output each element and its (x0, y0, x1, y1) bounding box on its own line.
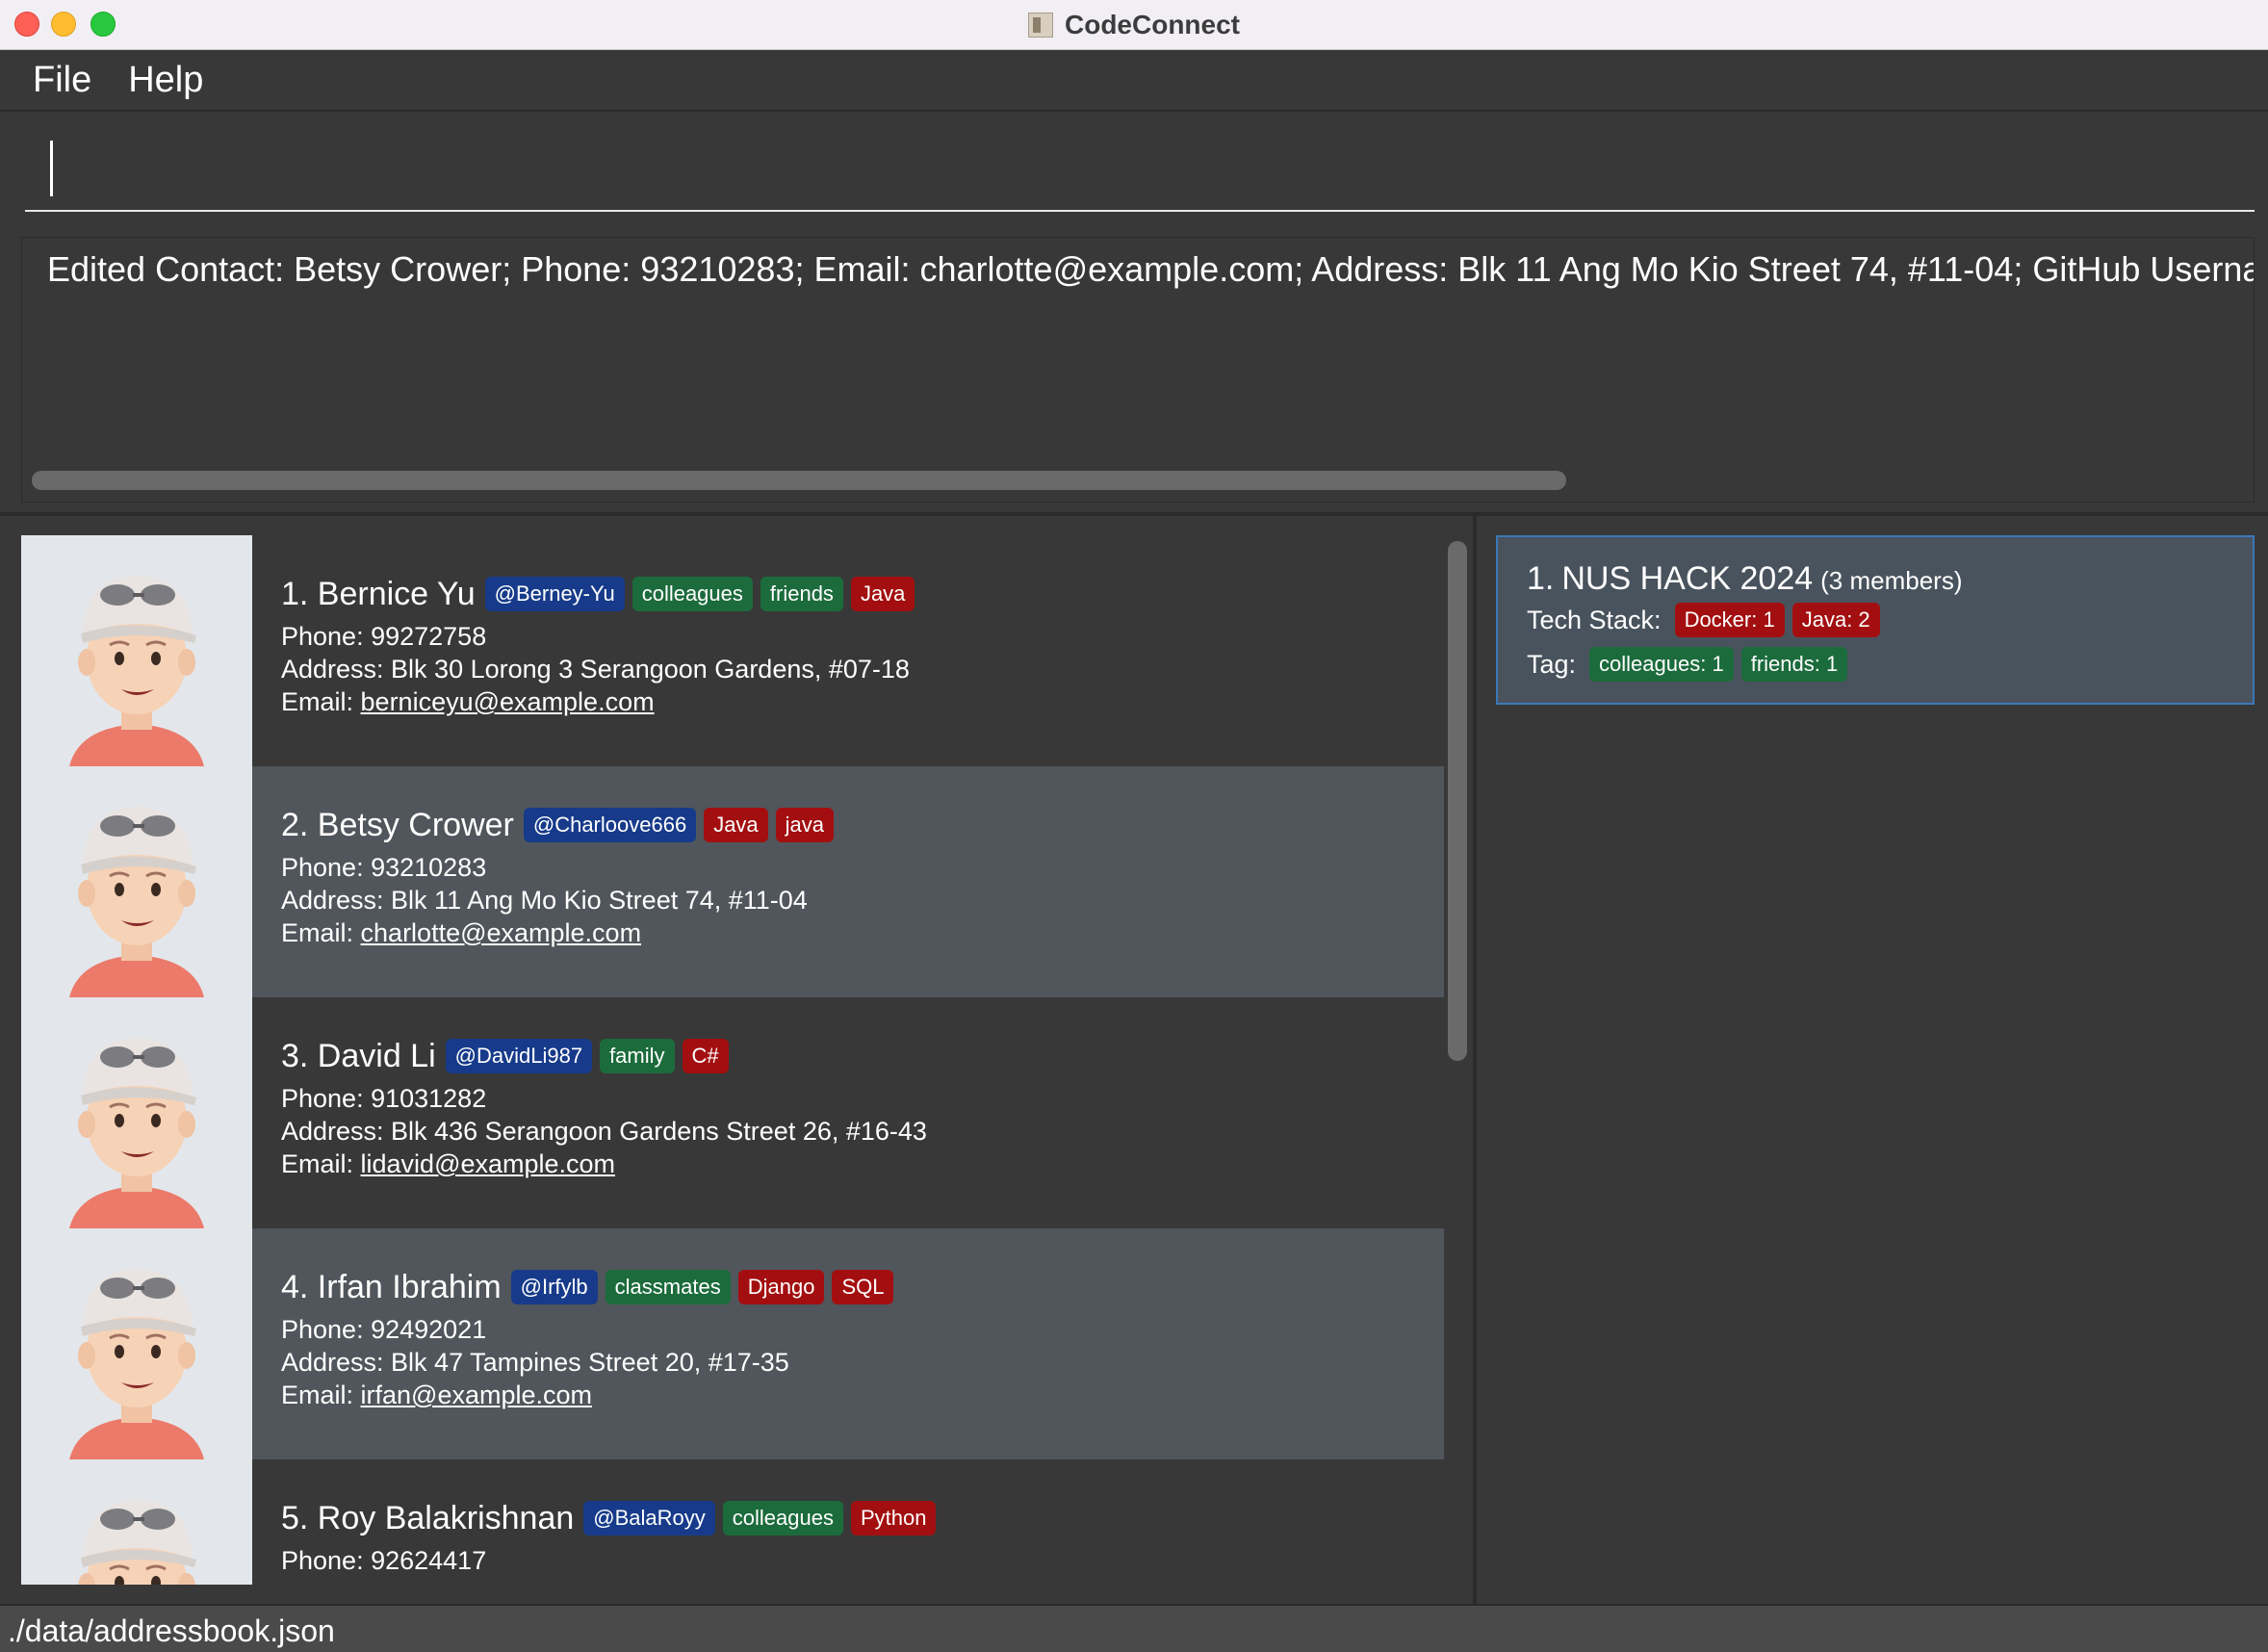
data-file-path: ./data/addressbook.json (8, 1613, 335, 1648)
person-list[interactable]: 1. Bernice Yu @Berney-Yu colleagues friends… (21, 535, 1444, 1585)
person-email-label: Email: (281, 1149, 361, 1178)
person-address: Address: Blk 47 Tampines Street 20, #17-… (281, 1348, 789, 1377)
tech-stack-badge: Django (737, 1270, 825, 1304)
github-username-badge: @BalaRoyy (583, 1501, 715, 1536)
avatar (21, 1228, 252, 1459)
person-details: 5. Roy Balakrishnan @BalaRoyy colleagues Py… (281, 1496, 943, 1577)
group-title: 1. NUS HACK 2024 (3 members) (1527, 560, 1963, 598)
tech-stack-badge: C# (682, 1039, 729, 1073)
github-username-badge: @Berney-Yu (484, 577, 625, 611)
person-email-row: Email: lidavid@example.com (281, 1148, 927, 1180)
person-details: 1. Bernice Yu @Berney-Yu colleagues friends… (281, 572, 922, 718)
person-name-row: 1. Bernice Yu @Berney-Yu colleagues friends… (281, 572, 922, 616)
group-tag-badge: friends: 1 (1740, 647, 1848, 682)
group-tag-row: Tag: colleagues: 1 friends: 1 (1527, 647, 1855, 682)
tag-badge: family (600, 1039, 675, 1073)
person-email-link[interactable]: berniceyu@example.com (361, 687, 655, 716)
person-card[interactable]: 4. Irfan Ibrahim @Irfylb classmates Django S… (21, 1228, 1444, 1459)
person-phone: Phone: 92624417 (281, 1546, 487, 1575)
github-username-badge: @Irfylb (510, 1270, 598, 1304)
tag-badge: friends (760, 577, 843, 611)
command-input[interactable] (25, 127, 2255, 212)
group-tag-label: Tag: (1527, 649, 1577, 679)
group-members-count: (3 members) (1820, 566, 1963, 595)
person-email-link[interactable]: charlotte@example.com (361, 918, 642, 947)
person-address: Address: Blk 30 Lorong 3 Serangoon Garde… (281, 655, 910, 684)
person-card[interactable]: 3. David Li @DavidLi987 family C# Phone: 910… (21, 997, 1444, 1228)
status-bar: ./data/addressbook.json (0, 1604, 2268, 1652)
tag-badge: colleagues (722, 1501, 843, 1536)
group-index: 1. (1527, 560, 1555, 597)
person-details: 2. Betsy Crower @Charloove666 Java java Phon… (281, 803, 841, 949)
command-box (0, 114, 2268, 227)
person-email-row: Email: berniceyu@example.com (281, 685, 922, 718)
avatar (21, 997, 252, 1228)
app-window: CodeConnect File Help Edited Contact: Be… (0, 0, 2268, 1652)
github-username-badge: @DavidLi987 (445, 1039, 593, 1073)
person-email-label: Email: (281, 687, 361, 716)
tech-stack-badge: Java (704, 808, 768, 842)
tag-badge: colleagues (631, 577, 753, 611)
result-horizontal-scrollbar[interactable] (32, 471, 2242, 490)
group-tag-badge: colleagues: 1 (1589, 647, 1734, 682)
person-card[interactable]: 5. Roy Balakrishnan @BalaRoyy colleagues Py… (21, 1459, 1444, 1585)
person-name: 3. David Li (281, 1037, 436, 1074)
title-bar: CodeConnect (0, 0, 2268, 50)
person-email-row: Email: irfan@example.com (281, 1379, 901, 1411)
menu-help[interactable]: Help (128, 60, 203, 101)
person-email-row: Email: charlotte@example.com (281, 916, 841, 949)
menu-file[interactable]: File (33, 60, 91, 101)
person-email-label: Email: (281, 918, 361, 947)
person-phone: Phone: 93210283 (281, 853, 487, 882)
person-card[interactable]: 2. Betsy Crower @Charloove666 Java java Phon… (21, 766, 1444, 997)
person-name: 2. Betsy Crower (281, 806, 514, 843)
person-name: 4. Irfan Ibrahim (281, 1268, 502, 1305)
tech-stack-badge: SQL (832, 1270, 894, 1304)
person-name: 5. Roy Balakrishnan (281, 1499, 575, 1536)
person-phone: Phone: 92492021 (281, 1315, 487, 1344)
person-name-row: 4. Irfan Ibrahim @Irfylb classmates Django S… (281, 1265, 901, 1309)
person-details: 4. Irfan Ibrahim @Irfylb classmates Django S… (281, 1265, 901, 1411)
person-email-link[interactable]: lidavid@example.com (361, 1149, 616, 1178)
group-tech-badge: Java: 2 (1791, 603, 1880, 637)
window-title: CodeConnect (1065, 10, 1240, 39)
person-name-row: 3. David Li @DavidLi987 family C# (281, 1034, 927, 1078)
person-phone: Phone: 91031282 (281, 1084, 487, 1113)
divider (0, 512, 2268, 516)
group-card[interactable]: 1. NUS HACK 2024 (3 members) Tech Stack:… (1496, 535, 2255, 705)
avatar (21, 535, 252, 766)
person-name-row: 5. Roy Balakrishnan @BalaRoyy colleagues Py… (281, 1496, 943, 1540)
person-phone: Phone: 99272758 (281, 622, 487, 651)
github-username-badge: @Charloove666 (523, 808, 697, 842)
group-tech-label: Tech Stack: (1527, 605, 1662, 634)
app-icon (1028, 13, 1053, 38)
tech-stack-badge: Python (850, 1501, 937, 1536)
result-scroll-thumb[interactable] (32, 471, 1566, 490)
panel-splitter[interactable] (1473, 516, 1477, 1604)
person-list-scrollbar[interactable] (1448, 541, 1467, 1061)
person-name-row: 2. Betsy Crower @Charloove666 Java java (281, 803, 841, 847)
person-card[interactable]: 1. Bernice Yu @Berney-Yu colleagues friends… (21, 535, 1444, 766)
person-email-link[interactable]: irfan@example.com (361, 1381, 593, 1409)
person-name: 1. Bernice Yu (281, 575, 476, 612)
avatar (21, 766, 252, 997)
person-email-label: Email: (281, 1381, 361, 1409)
person-address: Address: Blk 436 Serangoon Gardens Stree… (281, 1117, 927, 1146)
result-display[interactable]: Edited Contact: Betsy Crower; Phone: 932… (21, 237, 2255, 503)
group-name: NUS HACK 2024 (1561, 560, 1814, 597)
person-details: 3. David Li @DavidLi987 family C# Phone: 910… (281, 1034, 927, 1180)
tech-stack-badge: java (775, 808, 835, 842)
group-tech-stack-row: Tech Stack: Docker: 1 Java: 2 (1527, 603, 1888, 637)
title-wrap: CodeConnect (0, 0, 2268, 50)
person-address: Address: Blk 11 Ang Mo Kio Street 74, #1… (281, 886, 808, 915)
menu-bar: File Help (0, 50, 2268, 112)
result-message: Edited Contact: Betsy Crower; Phone: 932… (47, 249, 2255, 289)
tech-stack-badge: Java (850, 577, 915, 611)
avatar (21, 1459, 252, 1585)
group-tech-badge: Docker: 1 (1674, 603, 1785, 637)
text-caret (50, 141, 53, 196)
tag-badge: classmates (605, 1270, 731, 1304)
